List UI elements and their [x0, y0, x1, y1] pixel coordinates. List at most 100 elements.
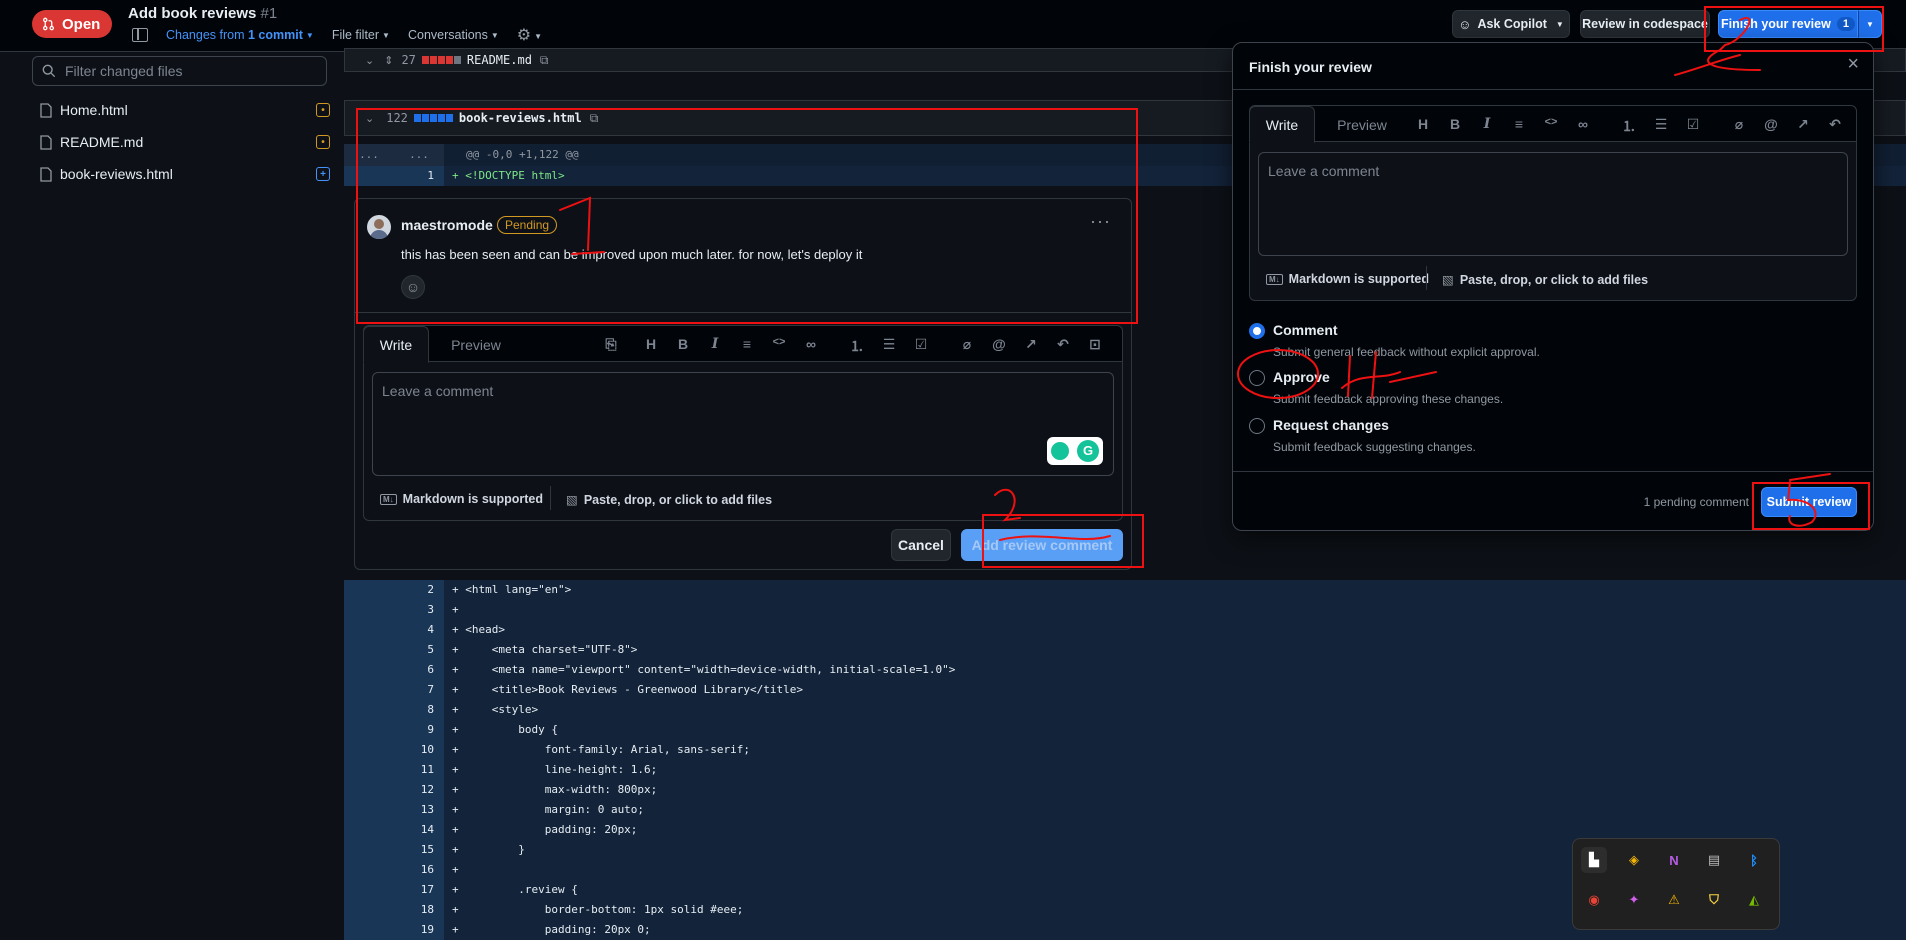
attach-icon[interactable]: ⌀: [958, 336, 976, 353]
markdown-hint[interactable]: M↓ Markdown is supported: [380, 492, 543, 506]
heading-icon[interactable]: H: [1414, 116, 1432, 132]
line-number[interactable]: 11: [344, 760, 444, 780]
line-number[interactable]: 3: [344, 600, 444, 620]
attach-files-button[interactable]: ▧ Paste, drop, or click to add files: [566, 492, 772, 508]
conversations-dropdown[interactable]: Conversations ▼: [408, 28, 499, 42]
task-list-icon[interactable]: ☑: [912, 336, 930, 353]
grammarly-icon[interactable]: G: [1047, 437, 1103, 465]
tab-preview[interactable]: Preview: [436, 326, 516, 363]
chevron-down-icon[interactable]: ⌄: [365, 54, 374, 67]
review-comment-textarea[interactable]: Leave a comment: [1258, 152, 1848, 256]
comment-radio[interactable]: [1249, 323, 1265, 339]
attach-files-button[interactable]: ▧ Paste, drop, or click to add files: [1442, 272, 1648, 288]
line-number[interactable]: 9: [344, 720, 444, 740]
code-icon[interactable]: <>: [1542, 116, 1560, 128]
line-number[interactable]: 2: [344, 580, 444, 600]
link-icon[interactable]: ∞: [802, 336, 820, 352]
review-in-codespace-button[interactable]: Review in codespace: [1580, 10, 1710, 38]
comment-author[interactable]: maestromode: [401, 217, 493, 233]
add-review-comment-button[interactable]: Add review comment: [961, 529, 1123, 561]
nvidia-icon[interactable]: ◭: [1741, 887, 1767, 913]
submit-review-button[interactable]: Submit review: [1761, 487, 1857, 517]
file-tree-item-readme[interactable]: README.md •: [40, 130, 330, 154]
onenote-icon[interactable]: N: [1661, 847, 1687, 873]
chrome-icon[interactable]: ◉: [1581, 887, 1607, 913]
line-number[interactable]: 12: [344, 780, 444, 800]
unordered-list-icon[interactable]: ☰: [880, 336, 898, 353]
attach-icon[interactable]: ⌀: [1730, 116, 1748, 133]
quote-icon[interactable]: ≡: [1510, 116, 1528, 132]
reply-comment-textarea[interactable]: Leave a comment G: [372, 372, 1114, 476]
heading-icon[interactable]: H: [642, 336, 660, 352]
suggestion-icon[interactable]: ⊡: [1086, 336, 1104, 353]
approve-option-label[interactable]: Approve: [1273, 369, 1330, 385]
unordered-list-icon[interactable]: ☰: [1652, 116, 1670, 133]
line-number[interactable]: 5: [344, 640, 444, 660]
line-number[interactable]: 4: [344, 620, 444, 640]
copy-icon[interactable]: ⧉: [540, 53, 549, 68]
close-icon[interactable]: ×: [1847, 53, 1859, 76]
cross-reference-icon[interactable]: ↗: [1022, 336, 1040, 353]
mention-icon[interactable]: @: [1762, 116, 1780, 132]
request-changes-radio[interactable]: [1249, 418, 1265, 434]
task-list-icon[interactable]: ☑: [1684, 116, 1702, 133]
code-icon[interactable]: <>: [770, 336, 788, 348]
line-number[interactable]: 16: [344, 860, 444, 880]
bold-icon[interactable]: B: [1446, 116, 1464, 132]
line-number[interactable]: 13: [344, 800, 444, 820]
security-warning-icon[interactable]: ⚠: [1661, 887, 1687, 913]
settings-dropdown[interactable]: ⚙ ▼: [517, 25, 542, 45]
ordered-list-icon[interactable]: ⒈: [848, 336, 866, 356]
avatar[interactable]: [367, 215, 391, 239]
line-number[interactable]: 18: [344, 900, 444, 920]
link-icon[interactable]: ∞: [1574, 116, 1592, 132]
bold-icon[interactable]: B: [674, 336, 692, 352]
line-number[interactable]: 17: [344, 880, 444, 900]
approve-radio[interactable]: [1249, 370, 1265, 386]
add-reaction-icon[interactable]: ☺: [401, 275, 425, 299]
line-number[interactable]: 14: [344, 820, 444, 840]
finish-review-button[interactable]: Finish your review 1: [1718, 10, 1858, 38]
finish-review-dropdown[interactable]: ▼: [1858, 10, 1882, 38]
template-icon[interactable]: ⎘: [602, 336, 620, 353]
ordered-list-icon[interactable]: ⒈: [1620, 116, 1638, 136]
tab-write[interactable]: Write: [363, 326, 429, 363]
chevron-down-icon[interactable]: ⌄: [365, 112, 374, 125]
hunk-expand-left[interactable]: ...: [344, 144, 394, 166]
copilot-tray-icon[interactable]: ✦: [1621, 887, 1647, 913]
kebab-menu-icon[interactable]: ···: [1090, 211, 1111, 232]
line-number[interactable]: 6: [344, 660, 444, 680]
file-tree-item-home[interactable]: Home.html •: [40, 98, 330, 122]
line-number[interactable]: 7: [344, 680, 444, 700]
tab-write[interactable]: Write: [1249, 106, 1315, 143]
toggle-sidebar-icon[interactable]: [132, 28, 148, 42]
file-filter-dropdown[interactable]: File filter ▼: [332, 28, 390, 42]
line-number[interactable]: 10: [344, 740, 444, 760]
hunk-expand-right[interactable]: ...: [394, 144, 444, 166]
stack-app-icon[interactable]: ◈: [1621, 847, 1647, 873]
tab-preview[interactable]: Preview: [1322, 106, 1402, 143]
line-number[interactable]: 15: [344, 840, 444, 860]
cross-reference-icon[interactable]: ↗: [1794, 116, 1812, 133]
italic-icon[interactable]: I: [706, 336, 724, 352]
ask-copilot-button[interactable]: ☺ Ask Copilot ▼: [1452, 10, 1570, 38]
vpn-icon[interactable]: ⛉: [1701, 887, 1727, 913]
file-tree-item-book-reviews[interactable]: book-reviews.html +: [40, 162, 330, 186]
changes-from-dropdown[interactable]: Changes from 1 commit ▼: [166, 28, 314, 42]
line-number[interactable]: 19: [344, 920, 444, 940]
copy-icon[interactable]: ⧉: [590, 111, 599, 126]
line-number[interactable]: 1: [344, 166, 444, 186]
mention-icon[interactable]: @: [990, 336, 1008, 352]
line-number[interactable]: 8: [344, 700, 444, 720]
italic-icon[interactable]: I: [1478, 116, 1496, 132]
expand-icon[interactable]: ⇕: [384, 54, 393, 67]
request-changes-option-label[interactable]: Request changes: [1273, 417, 1389, 433]
quote-icon[interactable]: ≡: [738, 336, 756, 352]
pin-app-icon[interactable]: ▙: [1581, 847, 1607, 873]
display-icon[interactable]: ▤: [1701, 847, 1727, 873]
markdown-hint[interactable]: M↓ Markdown is supported: [1266, 272, 1429, 286]
reply-icon[interactable]: ↶: [1826, 116, 1844, 133]
cancel-button[interactable]: Cancel: [891, 529, 951, 561]
bluetooth-icon[interactable]: ᛒ: [1741, 847, 1767, 873]
filter-files-input[interactable]: Filter changed files: [32, 56, 327, 86]
